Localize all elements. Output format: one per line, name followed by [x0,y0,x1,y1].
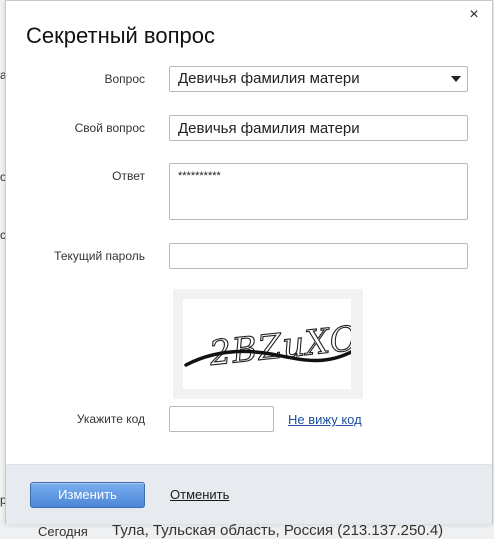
current-password-label: Текущий пароль [54,249,145,263]
captcha-drawing: 2BZuXO [184,318,361,375]
current-password-input[interactable] [169,243,468,269]
question-select-value: Девичья фамилия матери [178,70,360,87]
question-select[interactable]: Девичья фамилия матери [169,66,468,92]
dialog-footer: Изменить Отменить [6,464,492,524]
cant-see-code-link[interactable]: Не вижу код [288,412,362,427]
captcha-image: 2BZuXO [173,289,363,399]
close-icon[interactable]: × [466,7,482,23]
captcha-text: 2BZuXO [207,319,351,375]
secret-question-dialog: × Секретный вопрос Вопрос Девичья фамили… [5,0,493,524]
answer-label: Ответ [112,169,145,183]
background-footer-label: Сегодня [38,524,88,539]
enter-code-label: Укажите код [76,412,145,426]
captcha-code-input[interactable] [169,406,274,432]
cancel-link[interactable]: Отменить [170,487,229,502]
background-footer-location: Тула, Тульская область, Россия (213.137.… [112,522,444,539]
answer-textarea[interactable] [169,163,468,220]
captcha-canvas: 2BZuXO [183,299,361,389]
dropdown-arrow-icon [451,76,461,82]
dialog-title: Секретный вопрос [26,23,215,48]
custom-question-input[interactable] [169,115,468,141]
submit-button[interactable]: Изменить [30,482,145,508]
question-label: Вопрос [104,72,145,86]
custom-question-label: Свой вопрос [74,121,145,135]
